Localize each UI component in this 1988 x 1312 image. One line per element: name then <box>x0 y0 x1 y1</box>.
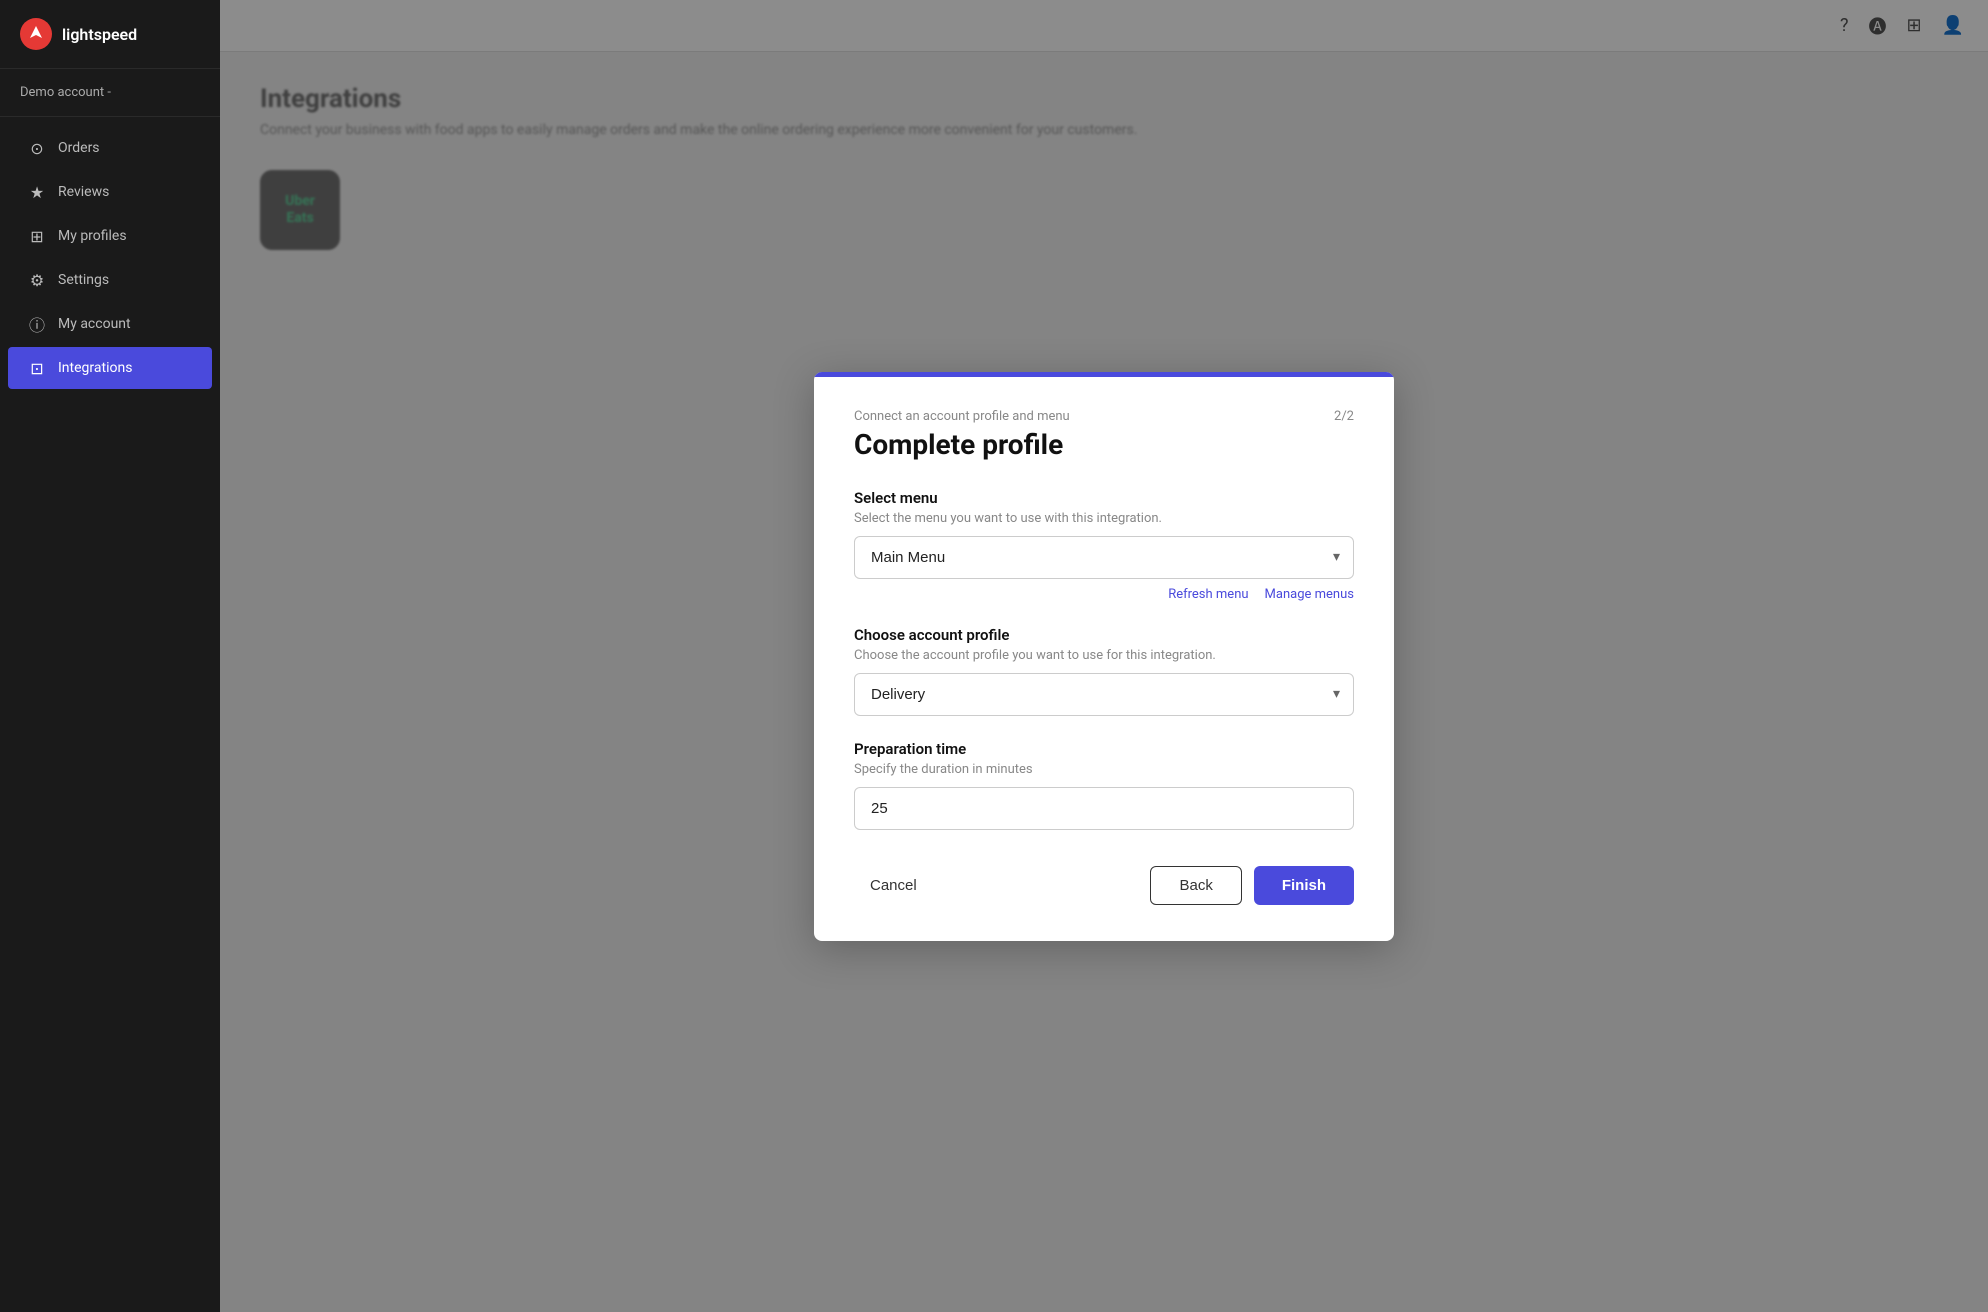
logo-text: lightspeed <box>62 25 137 44</box>
account-label: Demo account - <box>0 69 220 117</box>
menu-links: Refresh menu Manage menus <box>854 587 1354 602</box>
sidebar-item-label: My profiles <box>58 228 127 244</box>
choose-profile-sublabel: Choose the account profile you want to u… <box>854 648 1354 663</box>
manage-menus-link[interactable]: Manage menus <box>1265 587 1354 602</box>
progress-fill <box>814 372 1394 377</box>
select-menu-sublabel: Select the menu you want to use with thi… <box>854 511 1354 526</box>
modal-footer: Cancel Back Finish <box>854 854 1354 905</box>
prep-time-sublabel: Specify the duration in minutes <box>854 762 1354 777</box>
refresh-menu-link[interactable]: Refresh menu <box>1168 587 1248 602</box>
my-account-icon: ⓘ <box>28 315 46 333</box>
select-profile-dropdown[interactable]: Delivery <box>854 673 1354 716</box>
prep-time-input[interactable] <box>854 787 1354 830</box>
reviews-icon: ★ <box>28 183 46 201</box>
choose-profile-label: Choose account profile <box>854 626 1354 644</box>
sidebar-item-label: My account <box>58 316 131 332</box>
modal-title: Complete profile <box>854 428 1354 461</box>
finish-button[interactable]: Finish <box>1254 866 1354 905</box>
sidebar-item-label: Orders <box>58 140 100 156</box>
integrations-icon: ⊡ <box>28 359 46 377</box>
modal-step-count: 2/2 <box>1334 409 1354 424</box>
orders-icon: ⊙ <box>28 139 46 157</box>
back-button[interactable]: Back <box>1150 866 1241 905</box>
modal-step-label: Connect an account profile and menu <box>854 409 1070 424</box>
modal-body: Connect an account profile and menu 2/2 … <box>814 377 1394 941</box>
select-profile-wrapper: Delivery <box>854 673 1354 716</box>
select-menu-wrapper: Main Menu <box>854 536 1354 579</box>
my-profiles-icon: ⊞ <box>28 227 46 245</box>
sidebar-item-label: Integrations <box>58 360 132 376</box>
modal: Connect an account profile and menu 2/2 … <box>814 372 1394 941</box>
sidebar-item-reviews[interactable]: ★ Reviews <box>8 171 212 213</box>
sidebar-item-settings[interactable]: ⚙ Settings <box>8 259 212 301</box>
sidebar-item-label: Settings <box>58 272 109 288</box>
footer-right-buttons: Back Finish <box>1150 866 1354 905</box>
sidebar-item-orders[interactable]: ⊙ Orders <box>8 127 212 169</box>
sidebar: lightspeed Demo account - ⊙ Orders ★ Rev… <box>0 0 220 1312</box>
modal-step-header: Connect an account profile and menu 2/2 <box>854 409 1354 424</box>
sidebar-item-my-profiles[interactable]: ⊞ My profiles <box>8 215 212 257</box>
sidebar-item-label: Reviews <box>58 184 109 200</box>
progress-bar <box>814 372 1394 377</box>
lightspeed-logo <box>20 18 52 50</box>
settings-icon: ⚙ <box>28 271 46 289</box>
choose-profile-section: Choose account profile Choose the accoun… <box>854 626 1354 716</box>
cancel-button[interactable]: Cancel <box>854 867 933 904</box>
sidebar-item-integrations[interactable]: ⊡ Integrations <box>8 347 212 389</box>
sidebar-nav: ⊙ Orders ★ Reviews ⊞ My profiles ⚙ Setti… <box>0 117 220 1312</box>
select-menu-section: Select menu Select the menu you want to … <box>854 489 1354 602</box>
modal-overlay: Connect an account profile and menu 2/2 … <box>220 0 1988 1312</box>
select-menu-label: Select menu <box>854 489 1354 507</box>
main-content: ? 🅐 ⊞ 👤 Integrations Connect your busine… <box>220 0 1988 1312</box>
sidebar-item-my-account[interactable]: ⓘ My account <box>8 303 212 345</box>
prep-time-label: Preparation time <box>854 740 1354 758</box>
sidebar-header: lightspeed <box>0 0 220 69</box>
select-menu-dropdown[interactable]: Main Menu <box>854 536 1354 579</box>
prep-time-section: Preparation time Specify the duration in… <box>854 740 1354 830</box>
